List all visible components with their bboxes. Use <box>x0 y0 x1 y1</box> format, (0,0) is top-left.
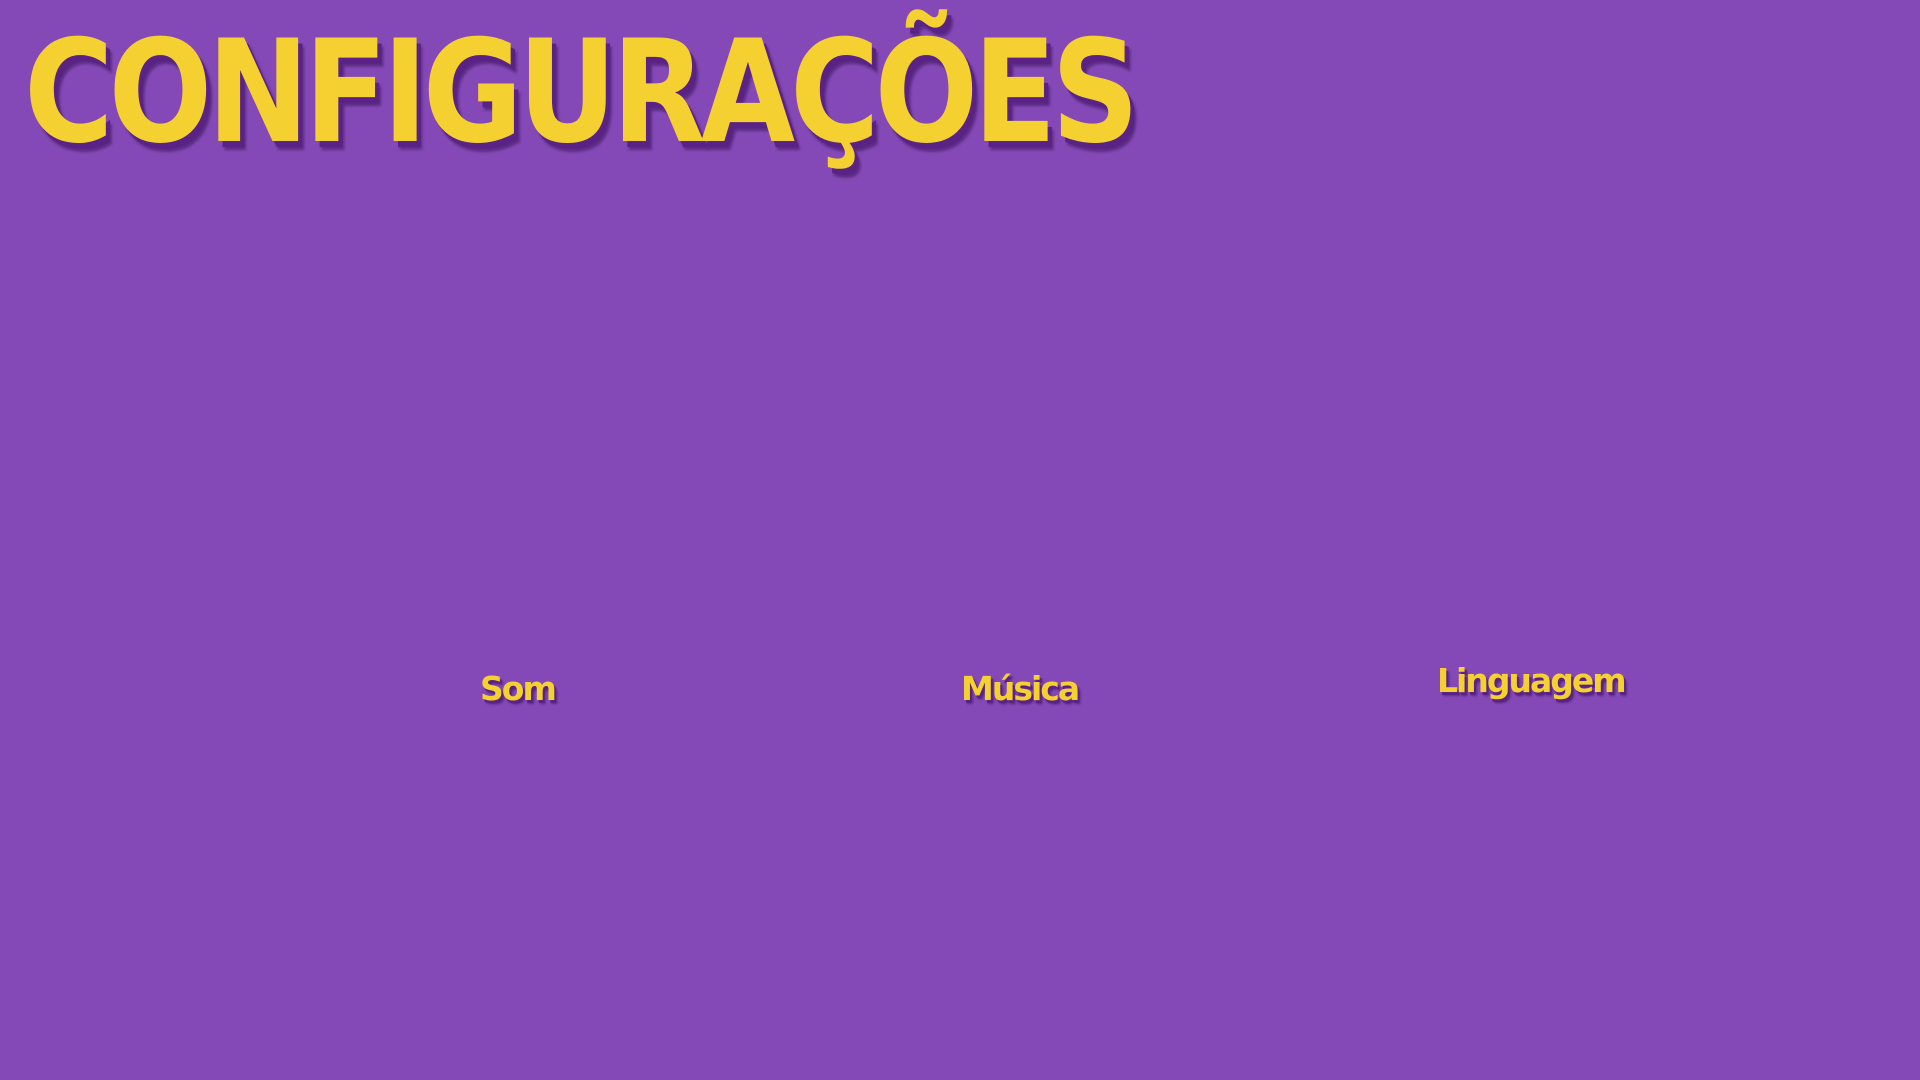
sound-option-button[interactable]: Som <box>480 672 557 705</box>
music-option-button[interactable]: Música <box>961 672 1080 705</box>
page-title: CONFIGURAÇÕES <box>24 10 1139 175</box>
language-option-button[interactable]: Linguagem <box>1437 664 1627 697</box>
